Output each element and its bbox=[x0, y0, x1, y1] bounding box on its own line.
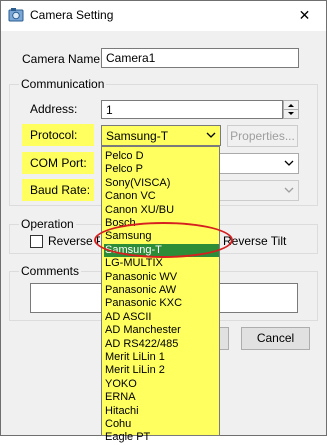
dropdown-item[interactable]: AD ASCII bbox=[104, 311, 219, 324]
protocol-dropdown-list[interactable]: Pelco D Pelco P Sony(VISCA) Canon VC Canon X… bbox=[101, 146, 220, 443]
baud-rate-label: Baud Rate: bbox=[30, 183, 91, 197]
dropdown-item[interactable]: Canon XU/BU bbox=[104, 204, 219, 217]
chevron-down-icon bbox=[284, 187, 294, 193]
dropdown-item[interactable]: Sony(VISCA) bbox=[104, 177, 219, 190]
address-spinner[interactable] bbox=[283, 100, 299, 119]
dropdown-item[interactable]: Merit LiLin 2 bbox=[104, 364, 219, 377]
camera-name-label: Camera Name: bbox=[22, 52, 104, 66]
reverse-pan-checkbox[interactable] bbox=[30, 235, 43, 248]
dropdown-item[interactable]: Pelco D bbox=[104, 150, 219, 163]
annotation-ellipse bbox=[94, 222, 233, 258]
operation-group-title: Operation bbox=[19, 217, 76, 231]
address-input[interactable]: 1 bbox=[101, 100, 283, 119]
dropdown-item[interactable]: ERNA bbox=[104, 391, 219, 404]
camera-icon bbox=[8, 7, 24, 23]
chevron-down-icon bbox=[284, 160, 294, 166]
dropdown-item[interactable]: Eagle PT bbox=[104, 431, 219, 444]
dropdown-item[interactable]: Canon VC bbox=[104, 190, 219, 203]
properties-button[interactable]: Properties... bbox=[227, 125, 298, 147]
com-port-label: COM Port: bbox=[30, 156, 87, 170]
protocol-selected-value: Samsung-T bbox=[106, 129, 169, 143]
close-button[interactable]: ✕ bbox=[283, 1, 326, 31]
dropdown-item[interactable]: AD RS422/485 bbox=[104, 338, 219, 351]
comments-group-title: Comments bbox=[19, 264, 82, 278]
window-title: Camera Setting bbox=[30, 8, 114, 22]
dropdown-item[interactable]: Panasonic KXC bbox=[104, 297, 219, 310]
chevron-down-icon bbox=[206, 132, 216, 138]
dropdown-item[interactable]: YOKO bbox=[104, 378, 219, 391]
dropdown-item[interactable]: AD Manchester bbox=[104, 324, 219, 337]
protocol-combobox[interactable]: Samsung-T bbox=[101, 125, 221, 146]
protocol-label: Protocol: bbox=[30, 128, 78, 142]
camera-name-input[interactable]: Camera1 bbox=[101, 48, 299, 68]
address-label: Address: bbox=[30, 102, 78, 116]
dropdown-item[interactable]: Hitachi bbox=[104, 405, 219, 418]
dropdown-item[interactable]: Cohu bbox=[104, 418, 219, 431]
dropdown-item[interactable]: Panasonic WV bbox=[104, 271, 219, 284]
communication-group-title: Communication bbox=[19, 77, 107, 91]
reverse-pan-label: Reverse Pan bbox=[48, 234, 100, 248]
dropdown-item[interactable]: Panasonic AW bbox=[104, 284, 219, 297]
dropdown-item[interactable]: Pelco P bbox=[104, 163, 219, 176]
dropdown-item[interactable]: LG-MULTIX bbox=[104, 257, 219, 270]
cancel-button[interactable]: Cancel bbox=[241, 327, 310, 350]
dropdown-item[interactable]: Merit LiLin 1 bbox=[104, 351, 219, 364]
